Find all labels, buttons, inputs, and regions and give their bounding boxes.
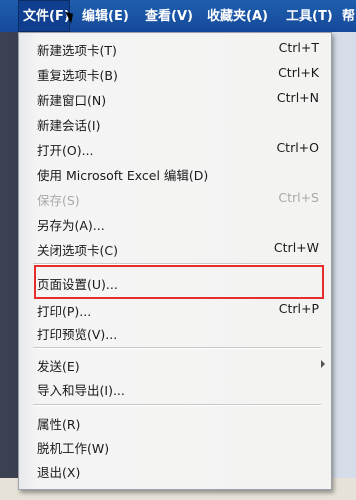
menu-item-edit-with-excel[interactable]: 使用 Microsoft Excel 编辑(D) [19, 162, 331, 184]
menu-view[interactable]: 查看(V) [145, 0, 193, 32]
menu-item-open[interactable]: 打开(O)... Ctrl+O [19, 137, 331, 159]
menu-item-shortcut: Ctrl+T [278, 40, 319, 55]
file-menu-dropdown: 新建选项卡(T) Ctrl+T 重复选项卡(B) Ctrl+K 新建窗口(N) … [18, 32, 332, 490]
menu-edit[interactable]: 编辑(E) [82, 0, 129, 32]
menu-item-label: 属性(R) [37, 417, 81, 432]
menu-item-label: 打开(O)... [37, 143, 94, 158]
menu-item-save[interactable]: 保存(S) Ctrl+S [19, 187, 331, 209]
menu-item-shortcut: Ctrl+O [276, 140, 319, 155]
background-window-edge [332, 32, 356, 492]
menu-help[interactable]: 帮 [342, 0, 355, 32]
menu-item-label: 退出(X) [37, 465, 81, 480]
menu-separator [33, 347, 321, 349]
menu-item-label: 导入和导出(I)... [37, 383, 125, 398]
menu-item-shortcut: Ctrl+K [278, 65, 319, 80]
menu-item-label: 打印(P)... [37, 304, 92, 319]
menu-item-save-as[interactable]: 另存为(A)... [19, 212, 331, 234]
menu-item-label: 脱机工作(W) [37, 441, 110, 456]
menu-favorites[interactable]: 收藏夹(A) [207, 0, 268, 32]
menu-item-label: 另存为(A)... [37, 218, 105, 233]
menu-item-label: 新建会话(I) [37, 118, 101, 133]
menu-item-label: 打印预览(V)... [37, 327, 118, 342]
menu-item-exit[interactable]: 退出(X) [19, 459, 331, 481]
menu-separator [33, 404, 321, 406]
menu-item-print[interactable]: 打印(P)... Ctrl+P [19, 298, 331, 320]
menu-item-import-export[interactable]: 导入和导出(I)... [19, 377, 331, 399]
menu-item-print-preview[interactable]: 打印预览(V)... [19, 321, 331, 343]
menu-item-work-offline[interactable]: 脱机工作(W) [19, 435, 331, 457]
menu-item-duplicate-tab[interactable]: 重复选项卡(B) Ctrl+K [19, 62, 331, 84]
menu-item-label: 新建选项卡(T) [37, 43, 117, 58]
menu-item-properties[interactable]: 属性(R) [19, 411, 331, 433]
menu-item-label: 保存(S) [37, 193, 80, 208]
menu-item-shortcut: Ctrl+N [276, 90, 319, 105]
menu-bar: 文件(F) 编辑(E) 查看(V) 收藏夹(A) 工具(T) 帮 [0, 0, 356, 32]
menu-item-label: 重复选项卡(B) [37, 68, 118, 83]
menu-file[interactable]: 文件(F) [18, 0, 70, 32]
menu-item-label: 发送(E) [37, 359, 80, 374]
menu-item-new-window[interactable]: 新建窗口(N) Ctrl+N [19, 87, 331, 109]
menu-item-label: 使用 Microsoft Excel 编辑(D) [37, 168, 209, 183]
menu-item-new-session[interactable]: 新建会话(I) [19, 112, 331, 134]
menu-item-shortcut: Ctrl+P [278, 301, 319, 316]
menu-item-shortcut: Ctrl+S [278, 190, 319, 205]
menu-item-page-setup[interactable] [19, 242, 331, 264]
highlight-annotation-box [34, 265, 324, 299]
submenu-arrow-icon [321, 360, 325, 368]
menu-tools[interactable]: 工具(T) [286, 0, 333, 32]
menu-item-new-tab[interactable]: 新建选项卡(T) Ctrl+T [19, 37, 331, 59]
menu-item-label: 新建窗口(N) [37, 93, 107, 108]
menu-item-send[interactable]: 发送(E) [19, 353, 331, 375]
